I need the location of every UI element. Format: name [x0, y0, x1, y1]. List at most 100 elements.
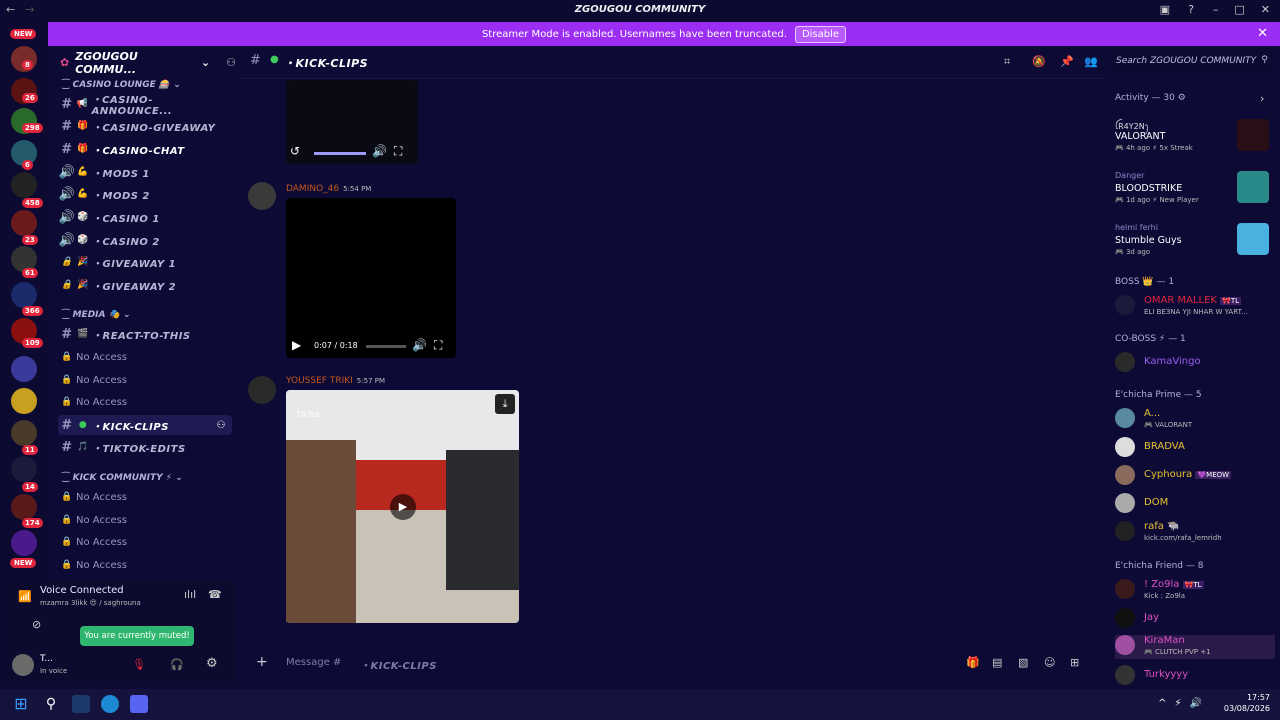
member-item[interactable]: Jay: [1115, 608, 1275, 632]
channel-casino-chat[interactable]: # 🎁 ・CASINO-CHAT: [58, 139, 232, 159]
channel-mods-2[interactable]: 🔊 💪 ・MODS 2: [58, 184, 232, 204]
channel-casino-giveaway[interactable]: # 🎁 ・CASINO-GIVEAWAY: [58, 116, 232, 136]
pin-icon[interactable]: 📌: [1060, 55, 1074, 68]
member-item[interactable]: BRADVA: [1115, 437, 1275, 461]
server-icon[interactable]: [11, 356, 37, 382]
mic-muted-icon[interactable]: 🎙: [132, 658, 146, 671]
channel-no-access[interactable]: 🔒 No Access: [58, 532, 232, 552]
channel-mods-1[interactable]: 🔊 💪 ・MODS 1: [58, 162, 232, 182]
add-attachment-icon[interactable]: +: [256, 654, 268, 670]
channel-no-access[interactable]: 🔒 No Access: [58, 392, 232, 412]
avatar[interactable]: [248, 376, 276, 404]
video-attachment[interactable]: ↺ 🔊 ⛶: [286, 80, 418, 164]
member-item[interactable]: ! Zo9la 🎀TL Kick : Zo9la: [1115, 579, 1275, 603]
server-header[interactable]: ✿ ZGOUGOU COMMU... ⌄ ⚇: [48, 46, 236, 79]
help-icon[interactable]: ?: [1188, 3, 1194, 16]
member-item[interactable]: OMAR MALLEK 🎀TL ELI BE3NA YJI NHAR W YAR…: [1115, 295, 1275, 319]
maximize-icon[interactable]: □: [1234, 3, 1244, 16]
edge-icon[interactable]: [101, 695, 119, 713]
gift-icon[interactable]: 🎁: [966, 656, 980, 669]
channel-no-access[interactable]: 🔒 No Access: [58, 487, 232, 507]
fullscreen-icon[interactable]: ⛶: [394, 144, 402, 159]
windows-start-icon[interactable]: ⊞: [12, 695, 30, 713]
replay-icon[interactable]: ↺: [290, 144, 300, 158]
channel-casino-announce[interactable]: # 📢 ・CASINO-ANNOUNCE...: [58, 94, 232, 117]
channel-no-access[interactable]: 🔒 No Access: [58, 347, 232, 367]
member-item[interactable]: KiraMan 🎮 CLUTCH PVP +1: [1115, 635, 1275, 659]
volume-icon[interactable]: 🔊: [372, 144, 387, 158]
sticker-icon[interactable]: ▧: [1018, 656, 1028, 669]
play-icon[interactable]: ▶: [292, 338, 301, 352]
taskbar-clock[interactable]: 17:57 03/08/2026: [1224, 692, 1270, 714]
headphones-muted-icon[interactable]: 🎧: [170, 658, 184, 671]
search-icon[interactable]: ⚲: [42, 695, 60, 713]
gear-icon[interactable]: ⚙: [206, 656, 218, 671]
gif-icon[interactable]: ▤: [992, 656, 1002, 669]
member-item[interactable]: Cyphoura 💜MEOW: [1115, 465, 1275, 489]
tray-icons[interactable]: ^⚡🔊: [1158, 698, 1210, 709]
banner-close-icon[interactable]: ✕: [1257, 26, 1268, 41]
category-casino[interactable]: ⁐ CASINO LOUNGE 🎰 ⌄: [62, 80, 181, 90]
server-icon[interactable]: [11, 530, 37, 556]
volume-bar[interactable]: [314, 152, 366, 155]
gear-icon[interactable]: ⚙: [1178, 93, 1186, 103]
video-player[interactable]: ▶ 0:07 / 0:18 🔊 ⛶: [286, 198, 456, 358]
avatar[interactable]: [248, 182, 276, 210]
add-member-icon[interactable]: ⚇: [226, 56, 236, 69]
category-kick[interactable]: ⁐ KICK COMMUNITY ⚡ ⌄: [62, 473, 183, 483]
channel-no-access[interactable]: 🔒 No Access: [58, 370, 232, 390]
close-window-icon[interactable]: ✕: [1261, 3, 1270, 16]
member-item[interactable]: DOM: [1115, 493, 1275, 517]
notification-bell-icon[interactable]: 🔕: [1032, 55, 1046, 68]
inbox-icon[interactable]: ▣: [1160, 3, 1170, 16]
server-icon[interactable]: [11, 420, 37, 446]
message-composer[interactable]: + Message # ・KICK-CLIPS 🎁 ▤ ▧ ☺ ⊞: [248, 650, 1094, 676]
disconnect-icon[interactable]: ☎: [208, 588, 222, 601]
play-icon[interactable]: ▶: [390, 494, 416, 520]
message-author[interactable]: DAMINO_46 5:54 PM: [286, 184, 371, 194]
emoji-icon[interactable]: ☺: [1044, 656, 1055, 669]
channel-casino-2[interactable]: 🔊 🎲 ・CASINO 2: [58, 230, 232, 250]
member-item[interactable]: Turkyyyy: [1115, 665, 1275, 685]
apps-icon[interactable]: ⊞: [1070, 656, 1079, 669]
server-icon[interactable]: [11, 282, 37, 308]
channel-react-to-this[interactable]: # 🎬 ・REACT-TO-THIS: [58, 324, 232, 344]
avatar[interactable]: [12, 654, 34, 676]
fullscreen-icon[interactable]: ⛶: [434, 338, 442, 353]
server-icon[interactable]: [11, 210, 37, 236]
chevron-right-icon[interactable]: ›: [1260, 92, 1264, 105]
activity-card[interactable]: Danger BLOODSTRIKE 🎮 1d ago ⚡ New Player: [1115, 171, 1275, 207]
volume-icon[interactable]: 🔊: [412, 338, 427, 352]
member-list-icon[interactable]: 👥: [1084, 55, 1098, 68]
search-input[interactable]: Search ZGOUGOU COMMUNITY ⚲: [1110, 52, 1274, 72]
invite-icon[interactable]: ⚇: [217, 420, 226, 431]
server-icon[interactable]: [11, 388, 37, 414]
channel-kick-clips[interactable]: # ● ・KICK-CLIPS ⚇: [58, 415, 232, 435]
member-item[interactable]: rafa 🐃 kick.com/rafa_lemridh: [1115, 521, 1275, 545]
channel-no-access[interactable]: 🔒 No Access: [58, 555, 232, 575]
threads-icon[interactable]: ⌗: [1004, 55, 1010, 69]
activity-card[interactable]: ꪶR4Y2Nꫂ VALORANT 🎮 4h ago ⚡ 5x Streak: [1115, 119, 1275, 155]
channel-casino-1[interactable]: 🔊 🎲 ・CASINO 1: [58, 207, 232, 227]
seek-bar[interactable]: [366, 345, 406, 348]
download-icon[interactable]: ⤓: [495, 394, 515, 414]
noise-icon[interactable]: ılıl: [184, 588, 196, 601]
member-item[interactable]: KamaVingo: [1115, 352, 1275, 376]
tiktok-video[interactable]: TikTok ⤓ ▶: [286, 390, 519, 623]
category-media[interactable]: ⁐ MEDIA 🎭 ⌄: [62, 310, 131, 320]
channel-giveaway-1[interactable]: 🔒 🎉 ・GIVEAWAY 1: [58, 252, 232, 272]
camera-off-icon[interactable]: ⊘: [32, 618, 41, 631]
channel-giveaway-2[interactable]: 🔒 🎉 ・GIVEAWAY 2: [58, 275, 232, 295]
member-item[interactable]: A... 🎮 VALORANT: [1115, 408, 1275, 432]
server-icon[interactable]: [11, 172, 37, 198]
message-author[interactable]: YOUSSEF TRIKI 5:57 PM: [286, 376, 385, 386]
server-icon[interactable]: [11, 494, 37, 520]
server-icon[interactable]: [11, 456, 37, 482]
steam-icon[interactable]: [72, 695, 90, 713]
channel-no-access[interactable]: 🔒 No Access: [58, 510, 232, 530]
activity-card[interactable]: helmi ferhi Stumble Guys 🎮 3d ago: [1115, 223, 1275, 259]
minimize-icon[interactable]: –: [1213, 3, 1219, 16]
channel-tiktok-edits[interactable]: # 🎵 ・TIKTOK-EDITS: [58, 437, 232, 457]
voice-location[interactable]: mzamra 3likk 😍 / saghrouna: [40, 599, 141, 607]
discord-icon[interactable]: [130, 695, 148, 713]
